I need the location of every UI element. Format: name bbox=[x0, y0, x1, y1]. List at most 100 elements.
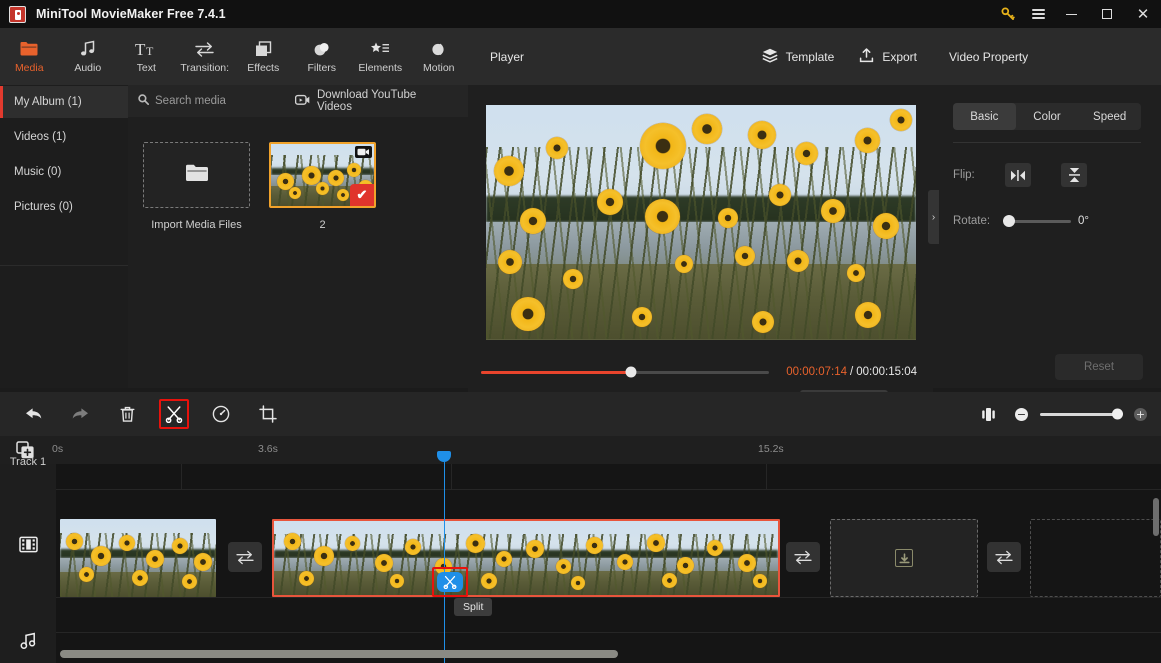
export-label: Export bbox=[882, 49, 917, 64]
effects-layers-icon bbox=[255, 39, 272, 58]
video-clip-1[interactable] bbox=[60, 519, 216, 597]
import-media-button[interactable] bbox=[143, 142, 250, 208]
drop-zone-1[interactable] bbox=[830, 519, 978, 597]
album-label: Videos (1) bbox=[14, 131, 67, 143]
undo-button[interactable] bbox=[18, 399, 48, 429]
flip-vertical-icon[interactable] bbox=[1061, 163, 1087, 187]
elements-star-icon bbox=[370, 39, 390, 58]
ribbon-tab-filters[interactable]: Filters bbox=[293, 28, 352, 85]
player-header-actions: Template Export bbox=[762, 47, 917, 66]
transition-slot-2[interactable] bbox=[786, 542, 820, 572]
music-note-icon bbox=[80, 39, 96, 58]
ruler-gridline bbox=[451, 464, 452, 489]
media-thumbnail[interactable]: ✔ bbox=[269, 142, 376, 208]
video-stage bbox=[468, 85, 933, 359]
export-upload-icon bbox=[859, 47, 874, 66]
ribbon-tab-label: Motion bbox=[422, 62, 455, 74]
zoom-out-button[interactable]: − bbox=[1015, 407, 1028, 421]
ribbon-tab-motion[interactable]: Motion bbox=[410, 28, 469, 85]
media-item-caption: 2 bbox=[319, 219, 326, 231]
export-button[interactable]: Export bbox=[859, 47, 917, 66]
window-controls: ✕ bbox=[993, 0, 1161, 28]
delete-button[interactable] bbox=[112, 399, 142, 429]
panel-collapse-handle[interactable]: › bbox=[928, 190, 939, 244]
crop-button[interactable] bbox=[253, 399, 283, 429]
ribbon-tab-media[interactable]: Media bbox=[0, 28, 59, 85]
property-tabs: Basic Color Speed bbox=[953, 103, 1141, 130]
ribbon-tab-label: Media bbox=[14, 62, 44, 74]
key-icon[interactable] bbox=[993, 0, 1023, 28]
video-clip-2[interactable] bbox=[272, 519, 780, 597]
transition-slot-1[interactable] bbox=[228, 542, 262, 572]
ribbon-tab-label: Effects bbox=[247, 62, 280, 74]
transition-slot-3[interactable] bbox=[987, 542, 1021, 572]
import-media-caption: Import Media Files bbox=[151, 219, 242, 231]
title-bar: MiniTool MovieMaker Free 7.4.1 ✕ bbox=[0, 0, 1161, 28]
album-item-music[interactable]: Music (0) bbox=[0, 156, 128, 188]
rotate-handle[interactable] bbox=[1003, 215, 1015, 227]
split-button[interactable] bbox=[159, 399, 189, 429]
zoom-in-button[interactable]: + bbox=[1134, 407, 1147, 421]
album-item-videos[interactable]: Videos (1) bbox=[0, 121, 128, 153]
redo-button[interactable] bbox=[65, 399, 95, 429]
youtube-download-icon bbox=[294, 94, 310, 109]
tab-label: Color bbox=[1033, 110, 1061, 123]
download-youtube-button[interactable]: Download YouTube Videos bbox=[294, 89, 454, 113]
reset-button[interactable]: Reset bbox=[1055, 354, 1143, 380]
player-title: Player bbox=[490, 49, 525, 64]
filters-drop-icon bbox=[313, 39, 331, 58]
template-button[interactable]: Template bbox=[762, 48, 834, 66]
ribbon-tab-transitions[interactable]: Transition: bbox=[176, 28, 235, 85]
film-strip-icon[interactable] bbox=[0, 536, 56, 553]
zoom-handle[interactable] bbox=[1112, 408, 1123, 420]
tab-basic[interactable]: Basic bbox=[953, 103, 1016, 130]
ribbon-tab-text[interactable]: TT Text bbox=[117, 28, 176, 85]
selected-check-icon: ✔ bbox=[350, 184, 374, 206]
close-icon[interactable]: ✕ bbox=[1125, 0, 1161, 28]
speed-button[interactable] bbox=[206, 399, 236, 429]
ribbon-tab-elements[interactable]: Elements bbox=[351, 28, 410, 85]
tab-color[interactable]: Color bbox=[1016, 103, 1079, 130]
seek-slider[interactable] bbox=[481, 366, 769, 378]
time-display: 00:00:07:14 / 00:00:15:04 bbox=[786, 366, 917, 378]
svg-text:T: T bbox=[135, 41, 146, 57]
ribbon-tab-audio[interactable]: Audio bbox=[59, 28, 118, 85]
audio-track-music-icon[interactable] bbox=[0, 632, 56, 649]
timeline-horizontal-scrollbar[interactable] bbox=[60, 650, 618, 658]
fit-timeline-icon[interactable] bbox=[973, 399, 1003, 429]
search-container bbox=[138, 92, 295, 110]
time-separator: / bbox=[850, 366, 854, 378]
video-preview[interactable] bbox=[485, 104, 916, 340]
flip-horizontal-icon[interactable] bbox=[1005, 163, 1031, 187]
track-divider bbox=[56, 632, 1161, 633]
seek-handle[interactable] bbox=[625, 366, 637, 378]
ribbon-tab-effects[interactable]: Effects bbox=[234, 28, 293, 85]
rotate-label: Rotate: bbox=[953, 215, 991, 227]
drop-zone-2[interactable] bbox=[1030, 519, 1161, 597]
menu-icon[interactable] bbox=[1023, 0, 1053, 28]
video-property-title: Video Property bbox=[933, 28, 1161, 85]
track-headers: Track 1 bbox=[0, 456, 56, 663]
media-library: My Album (1) Videos (1) Music (0) Pictur… bbox=[0, 85, 468, 388]
download-box-icon bbox=[895, 549, 913, 567]
ribbon-tab-label: Filters bbox=[307, 62, 337, 74]
zoom-slider[interactable] bbox=[1040, 408, 1123, 420]
seek-row: 00:00:07:14 / 00:00:15:04 bbox=[468, 359, 933, 385]
maximize-icon[interactable] bbox=[1089, 0, 1125, 28]
search-input[interactable] bbox=[155, 95, 295, 107]
media-item-cell: ✔ 2 bbox=[269, 142, 376, 231]
rotate-slider[interactable] bbox=[1003, 215, 1071, 227]
tab-speed[interactable]: Speed bbox=[1078, 103, 1141, 130]
timeline-ruler[interactable]: 0s 3.6s 15.2s bbox=[0, 436, 1161, 464]
app-logo-icon bbox=[9, 5, 26, 23]
split-tooltip: Split bbox=[454, 598, 493, 616]
minimize-icon[interactable] bbox=[1053, 0, 1089, 28]
split-clip-fab[interactable] bbox=[437, 572, 463, 592]
media-browser: Download YouTube Videos Import Media Fil… bbox=[128, 85, 468, 388]
timeline-vertical-scrollbar[interactable] bbox=[1153, 498, 1159, 536]
album-item-my-album[interactable]: My Album (1) bbox=[0, 86, 128, 118]
album-divider bbox=[0, 265, 128, 266]
album-item-pictures[interactable]: Pictures (0) bbox=[0, 191, 128, 223]
timeline-tracks-area[interactable]: Split bbox=[56, 451, 1161, 663]
rotate-value: 0° bbox=[1078, 215, 1089, 227]
